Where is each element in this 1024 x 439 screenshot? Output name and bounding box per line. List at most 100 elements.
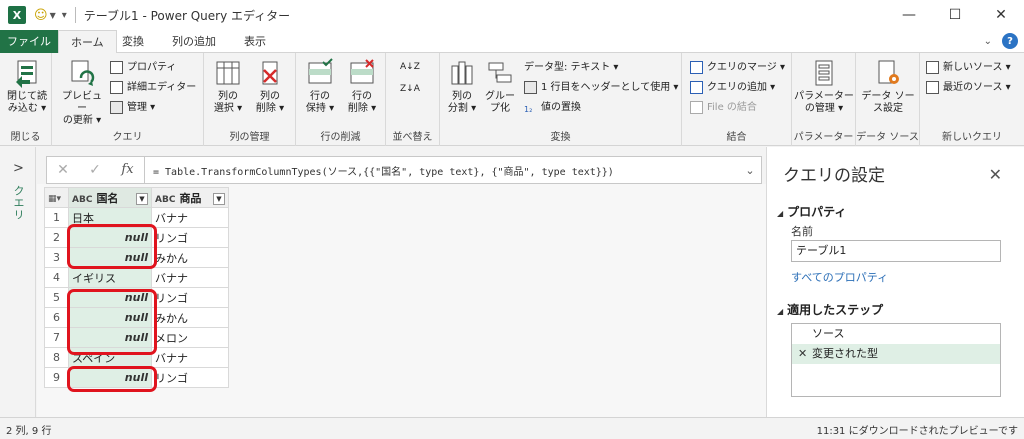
customize-qat-icon[interactable]: ▾ xyxy=(62,10,67,21)
group-label: 新しいクエリ xyxy=(942,132,1002,143)
new-source-icon xyxy=(926,61,939,74)
split-column-icon xyxy=(451,61,473,85)
chevron-down-icon[interactable]: ⌄ xyxy=(739,164,761,177)
close-and-load-button[interactable]: 閉じて読 み込む ▾ xyxy=(6,58,48,115)
advanced-editor-button[interactable]: 詳細エディター xyxy=(110,79,196,96)
null-highlight-box xyxy=(67,224,157,269)
data-source-settings-button[interactable]: データ ソー ス設定 xyxy=(858,58,918,115)
replace-icon: 1₂ xyxy=(524,105,533,114)
maximize-button[interactable]: ☐ xyxy=(932,0,978,30)
status-preview-info: 11:31 にダウンロードされたプレビューです xyxy=(816,426,1018,437)
cell-product[interactable]: みかん xyxy=(151,247,229,268)
close-icon[interactable]: ✕ xyxy=(989,165,1002,184)
filter-dropdown-icon[interactable]: ▼ xyxy=(136,192,148,205)
chevron-right-icon[interactable]: > xyxy=(13,161,24,176)
new-source-button[interactable]: 新しいソース ▾ xyxy=(926,59,1011,76)
sort-ascending-icon: A↓Z xyxy=(400,62,420,72)
split-column-button[interactable]: 列の 分割 ▾ xyxy=(444,58,480,115)
group-by-button[interactable]: グルー プ化 xyxy=(482,58,518,115)
text-type-icon[interactable]: ABC xyxy=(72,195,92,205)
keep-rows-button[interactable]: 行の 保持 ▾ xyxy=(300,58,340,115)
group-label: 並べ替え xyxy=(392,132,433,143)
cell-product[interactable]: バナナ xyxy=(151,207,229,228)
cell-product[interactable]: バナナ xyxy=(151,267,229,288)
group-transform: 列の 分割 ▾ グルー プ化 データ型: テキスト ▾ 1 行目をヘッダーとして… xyxy=(440,53,682,146)
properties-button[interactable]: プロパティ xyxy=(110,59,176,76)
merge-queries-button[interactable]: クエリのマージ ▾ xyxy=(690,59,785,76)
data-grid: ▦▾ ABC国名 ▼ ABC商品 ▼ 1 日本 バナナ 2 null リンゴ xyxy=(44,187,229,388)
query-name-input[interactable]: テーブル1 xyxy=(791,240,1001,262)
applied-steps-section-toggle[interactable]: ◢ 適用したステップ xyxy=(777,301,883,318)
ribbon-tab-bar: ファイル ホーム 変換 列の追加 表示 ⌄ ? xyxy=(0,30,1024,54)
chevron-down-icon[interactable]: ⌄ xyxy=(984,36,992,47)
tab-view[interactable]: 表示 xyxy=(232,30,278,53)
refresh-icon xyxy=(71,60,95,86)
group-label: 閉じる xyxy=(10,132,41,143)
help-icon[interactable]: ? xyxy=(1002,33,1018,49)
remove-columns-button[interactable]: 列の 削除 ▾ xyxy=(250,58,290,115)
choose-columns-button[interactable]: 列の 選択 ▾ xyxy=(208,58,248,115)
combine-files-button[interactable]: File の結合 xyxy=(690,99,757,116)
formula-input[interactable]: = Table.TransformColumnTypes(ソース,{{"国名",… xyxy=(145,163,739,178)
filter-dropdown-icon[interactable]: ▼ xyxy=(213,192,225,205)
cell-product[interactable]: バナナ xyxy=(151,347,229,368)
sort-ascending-button[interactable]: A↓Z xyxy=(400,59,420,76)
recent-sources-button[interactable]: 最近のソース ▾ xyxy=(926,79,1011,96)
step-item[interactable]: ソース xyxy=(792,324,1000,344)
editor-icon xyxy=(110,81,123,94)
tab-add-column[interactable]: 列の追加 xyxy=(160,30,228,53)
column-header-country[interactable]: ABC 国名 ▼ xyxy=(68,187,152,208)
append-icon xyxy=(690,81,703,94)
remove-rows-button[interactable]: 行の 削除 ▾ xyxy=(342,58,382,115)
smiley-icon[interactable]: ☺ xyxy=(34,8,48,23)
group-label: 結合 xyxy=(726,132,747,143)
group-parameters: パラメーター の管理 ▾ パラメーター xyxy=(792,53,856,146)
queries-pane-label[interactable]: クエリ xyxy=(10,185,26,221)
properties-section-toggle[interactable]: ◢ プロパティ xyxy=(777,203,846,220)
sort-descending-button[interactable]: Z↓A xyxy=(400,81,420,98)
data-type-dropdown[interactable]: データ型: テキスト ▾ xyxy=(524,59,618,76)
cell-product[interactable]: みかん xyxy=(151,307,229,328)
group-combine: クエリのマージ ▾ クエリの追加 ▾ File の結合 結合 xyxy=(682,53,792,146)
table-menu-button[interactable]: ▦▾ xyxy=(44,187,69,208)
parameters-icon xyxy=(815,60,833,86)
minimize-button[interactable]: — xyxy=(886,0,932,30)
use-first-row-as-headers-button[interactable]: 1 行目をヘッダーとして使用 ▾ xyxy=(524,79,678,96)
cell-product[interactable]: メロン xyxy=(151,327,229,348)
data-source-settings-icon xyxy=(878,60,899,84)
cell-product[interactable]: リンゴ xyxy=(151,287,229,308)
cell-product[interactable]: リンゴ xyxy=(151,367,229,388)
text-type-icon[interactable]: ABC xyxy=(155,195,175,205)
append-queries-button[interactable]: クエリの追加 ▾ xyxy=(690,79,775,96)
table-icon xyxy=(110,101,123,114)
tab-home[interactable]: ホーム xyxy=(58,30,117,54)
delete-step-icon[interactable]: ✕ xyxy=(798,344,807,364)
tab-transform[interactable]: 変換 xyxy=(110,30,156,53)
group-label: クエリ xyxy=(112,132,143,143)
group-sort: A↓Z Z↓A 並べ替え xyxy=(386,53,440,146)
status-bar: 2 列, 9 行 11:31 にダウンロードされたプレビューです xyxy=(0,417,1024,439)
title-bar: X ☺ ▼ ▾ テーブル1 - Power Query エディター — ☐ ✕ xyxy=(0,0,1024,30)
manage-parameters-button[interactable]: パラメーター の管理 ▾ xyxy=(794,58,854,115)
name-label: 名前 xyxy=(791,225,813,238)
manage-button[interactable]: 管理 ▾ xyxy=(110,99,155,116)
status-row-col-count: 2 列, 9 行 xyxy=(6,426,52,437)
table-icon: ▦▾ xyxy=(48,194,62,204)
column-header-product[interactable]: ABC 商品 ▼ xyxy=(151,187,229,208)
cancel-icon[interactable]: ✕ xyxy=(47,162,79,178)
cell-country[interactable]: イギリス xyxy=(68,267,152,288)
close-button[interactable]: ✕ xyxy=(978,0,1024,30)
formula-bar: ✕ ✓ fx = Table.TransformColumnTypes(ソース,… xyxy=(46,156,762,184)
group-by-icon xyxy=(488,62,512,83)
cell-product[interactable]: リンゴ xyxy=(151,227,229,248)
group-label: パラメーター xyxy=(793,132,854,143)
chevron-down-icon[interactable]: ▼ xyxy=(50,11,56,20)
check-icon[interactable]: ✓ xyxy=(79,162,111,178)
replace-values-button[interactable]: 1₂ 値の置換 xyxy=(524,99,581,116)
table-row[interactable]: 4 イギリス バナナ xyxy=(44,267,229,288)
refresh-preview-button[interactable]: プレビュー の更新 ▾ xyxy=(58,58,106,127)
all-properties-link[interactable]: すべてのプロパティ xyxy=(791,269,888,285)
tab-file[interactable]: ファイル xyxy=(0,30,58,53)
merge-icon xyxy=(690,61,703,74)
step-item[interactable]: ✕ 変更された型 xyxy=(792,344,1000,364)
